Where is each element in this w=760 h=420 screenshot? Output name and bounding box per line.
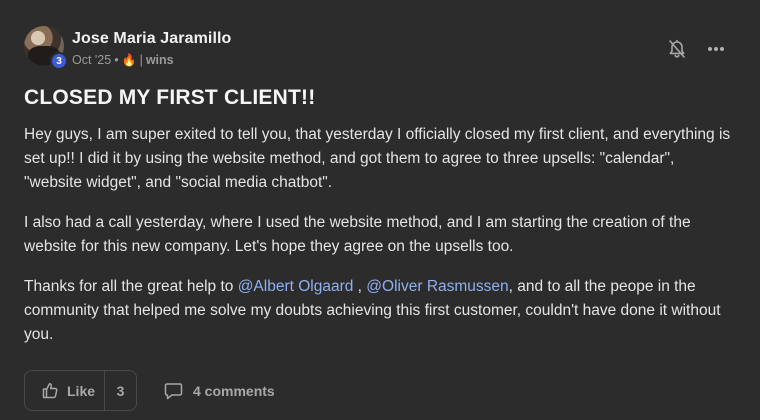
post-paragraph-3: Thanks for all the great help to @Albert… [24,275,736,347]
post-card: 3 Jose Maria Jaramillo Oct '25 • 🔥 | win… [0,0,760,420]
comment-icon [164,383,183,400]
post-paragraph-2: I also had a call yesterday, where I use… [24,214,691,255]
paragraph-text: , [353,278,367,295]
comments-label: 4 comments [193,383,275,399]
post-header: 3 Jose Maria Jaramillo Oct '25 • 🔥 | win… [24,26,736,72]
mention-link[interactable]: @Oliver Rasmussen [366,278,508,295]
mention-link[interactable]: @Albert Olgaard [238,278,354,295]
like-label: Like [67,382,96,399]
more-options-icon[interactable] [706,39,726,59]
thumbs-up-icon [42,383,58,399]
meta-separator: | [139,53,143,67]
comments-button[interactable]: 4 comments [164,380,275,402]
category-link[interactable]: wins [146,53,174,67]
post-meta: Oct '25 • 🔥 | wins [72,53,174,67]
bell-off-icon[interactable] [668,39,686,59]
level-badge: 3 [50,52,68,70]
post-paragraph-1: Hey guys, I am super exited to tell you,… [24,126,731,191]
post-title: CLOSED MY FIRST CLIENT!! [24,86,316,109]
post-date[interactable]: Oct '25 [72,53,111,67]
like-button[interactable]: Like [25,371,105,410]
like-count[interactable]: 3 [105,383,136,399]
author-name[interactable]: Jose Maria Jaramillo [72,30,231,48]
meta-dot: • [114,53,119,67]
like-control: Like 3 [24,370,137,411]
fire-icon: 🔥 [121,53,137,67]
paragraph-text: Thanks for all the great help to [24,278,238,295]
